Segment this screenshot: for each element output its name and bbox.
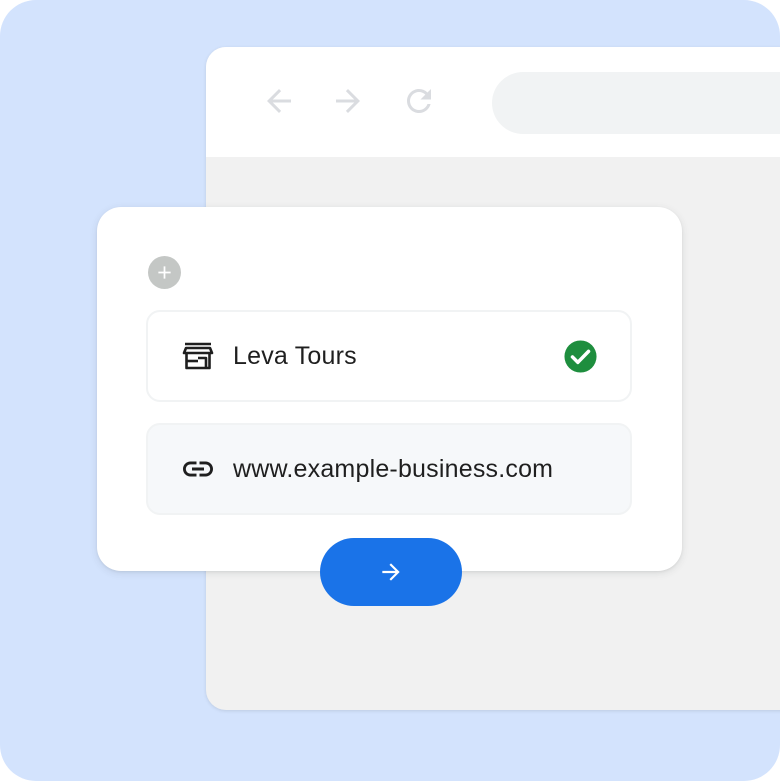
browser-toolbar [206, 47, 780, 157]
arrow-forward-icon [336, 89, 360, 113]
link-icon [180, 451, 216, 487]
add-button[interactable] [148, 256, 181, 289]
business-info-card: Leva Tours www.example-business.com [97, 207, 682, 571]
reload-icon [407, 89, 431, 113]
back-button[interactable] [261, 83, 297, 119]
address-bar-input[interactable] [492, 72, 780, 134]
next-button[interactable] [320, 538, 462, 606]
storefront-icon [180, 338, 216, 374]
business-name-field[interactable]: Leva Tours [146, 310, 632, 402]
website-text: www.example-business.com [233, 454, 554, 483]
plus-icon [158, 266, 171, 279]
arrow-forward-icon [382, 563, 400, 581]
business-name-text: Leva Tours [233, 341, 357, 370]
arrow-back-icon [267, 89, 291, 113]
reload-button[interactable] [401, 83, 437, 119]
forward-button[interactable] [330, 83, 366, 119]
illustration-stage: Leva Tours www.example-business.com [0, 0, 780, 781]
website-field[interactable]: www.example-business.com [146, 423, 632, 515]
check-circle-icon [563, 339, 598, 374]
